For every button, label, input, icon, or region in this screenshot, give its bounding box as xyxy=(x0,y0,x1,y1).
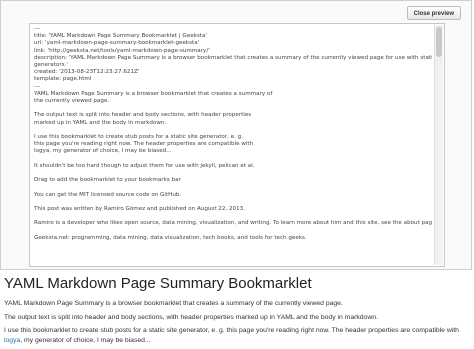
preview-line: --- xyxy=(34,26,41,32)
preview-line: Ramiro is a developer who likes open sou… xyxy=(34,220,432,227)
usage-text-start: I use this bookmarklet to create stub po… xyxy=(4,327,459,334)
preview-line: marked up in YAML and the body in markdo… xyxy=(34,119,167,126)
preview-line: the currently viewed page. xyxy=(34,98,110,105)
preview-line: logya, my generator of choice, I may be … xyxy=(34,148,172,155)
close-preview-button[interactable]: Close preview xyxy=(406,6,461,20)
preview-blank-line xyxy=(34,156,432,163)
preview-line: description: 'YAML Markdown Page Summary… xyxy=(34,54,432,61)
preview-line: You can get the MIT licensed source code… xyxy=(34,191,182,198)
preview-line: This post was written by Ramiro Gómez an… xyxy=(34,205,245,212)
preview-blank-line xyxy=(34,105,432,112)
preview-line: I use this bookmarklet to create stub po… xyxy=(34,134,243,141)
preview-line: YAML Markdown Page Summary is a browser … xyxy=(34,90,273,97)
intro-paragraph: YAML Markdown Page Summary is a browser … xyxy=(4,300,343,307)
preview-line: The output text is split into header and… xyxy=(34,112,252,119)
preview-line: link: 'http://geeksta.net/tools/yaml-mar… xyxy=(34,47,210,54)
usage-paragraph: I use this bookmarklet to create stub po… xyxy=(4,326,470,346)
preview-line: It shouldn't be too hard though to adjus… xyxy=(34,162,255,169)
preview-blank-line xyxy=(34,127,432,134)
preview-blank-line xyxy=(34,184,432,191)
preview-line: generators.' xyxy=(34,62,68,69)
preview-scrollbar[interactable] xyxy=(434,25,443,265)
preview-text: --- title: 'YAML Markdown Page Summary Bo… xyxy=(34,26,432,266)
preview-blank-line xyxy=(34,213,432,220)
preview-line: url: 'yaml-markdown-page-summary-bookmar… xyxy=(34,40,200,47)
logya-link[interactable]: logya xyxy=(4,337,20,344)
scrollbar-thumb[interactable] xyxy=(436,27,442,57)
preview-blank-line xyxy=(34,228,432,235)
preview-line: Geeksta.net: programming, data mining, d… xyxy=(34,234,307,241)
preview-line: this page you're reading right now. The … xyxy=(34,141,254,148)
preview-line: created: '2013-08-23T12:23:27.621Z' xyxy=(34,69,140,76)
preview-panel: Close preview --- title: 'YAML Markdown P… xyxy=(0,0,472,270)
preview-line: template: page.html xyxy=(34,76,92,83)
preview-textarea[interactable]: --- title: 'YAML Markdown Page Summary Bo… xyxy=(29,23,445,267)
preview-blank-line xyxy=(34,170,432,177)
usage-text-end: , my generator of choice, I may be biase… xyxy=(20,337,151,344)
preview-line: --- xyxy=(34,83,41,90)
preview-line: title: 'YAML Markdown Page Summary Bookm… xyxy=(34,33,207,40)
output-paragraph: The output text is split into header and… xyxy=(4,314,378,321)
preview-blank-line xyxy=(34,199,432,206)
page-title: YAML Markdown Page Summary Bookmarklet xyxy=(4,275,312,292)
preview-line: Drag to add the bookmarklet to your book… xyxy=(34,177,181,184)
